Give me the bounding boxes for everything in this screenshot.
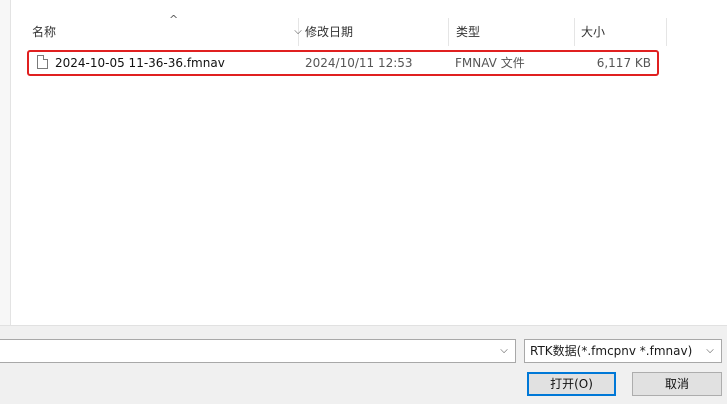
- filename-input[interactable]: [0, 340, 492, 362]
- file-name: 2024-10-05 11-36-36.fmnav: [55, 56, 225, 70]
- file-type-filter-select[interactable]: RTK数据(*.fmcpnv *.fmnav) ⌵: [524, 339, 722, 363]
- column-header-date-label: 修改日期: [305, 25, 354, 39]
- chevron-down-icon[interactable]: ⌵: [702, 340, 718, 362]
- left-panel-edge: [0, 0, 11, 330]
- column-header-size[interactable]: 大小: [575, 18, 667, 46]
- bottom-panel: ⌵ RTK数据(*.fmcpnv *.fmnav) ⌵ 打开(O) 取消: [0, 325, 727, 404]
- open-button[interactable]: 打开(O): [527, 372, 616, 396]
- column-header-name[interactable]: 名称 ^ ⌵: [24, 13, 302, 46]
- file-type-filter-value: RTK数据(*.fmcpnv *.fmnav): [530, 344, 693, 358]
- file-row[interactable]: 2024-10-05 11-36-36.fmnav 2024/10/11 12:…: [27, 50, 659, 76]
- column-header-type[interactable]: 类型: [449, 18, 575, 46]
- column-header-type-label: 类型: [456, 25, 481, 39]
- column-header-row: 名称 ^ ⌵ 修改日期 类型 大小: [11, 13, 727, 46]
- chevron-down-icon[interactable]: ⌵: [496, 340, 512, 362]
- cancel-button[interactable]: 取消: [632, 372, 722, 396]
- column-header-date[interactable]: 修改日期: [299, 18, 449, 46]
- file-modified-date: 2024/10/11 12:53: [305, 56, 413, 70]
- file-size: 6,117 KB: [596, 56, 651, 70]
- file-icon: [37, 55, 48, 69]
- file-type: FMNAV 文件: [455, 56, 525, 70]
- open-button-label: 打开(O): [550, 377, 593, 391]
- sort-ascending-icon: ^: [169, 13, 179, 26]
- column-header-name-label: 名称: [32, 25, 57, 39]
- column-header-size-label: 大小: [581, 25, 606, 39]
- cancel-button-label: 取消: [664, 377, 689, 391]
- filename-combobox[interactable]: ⌵: [0, 339, 516, 363]
